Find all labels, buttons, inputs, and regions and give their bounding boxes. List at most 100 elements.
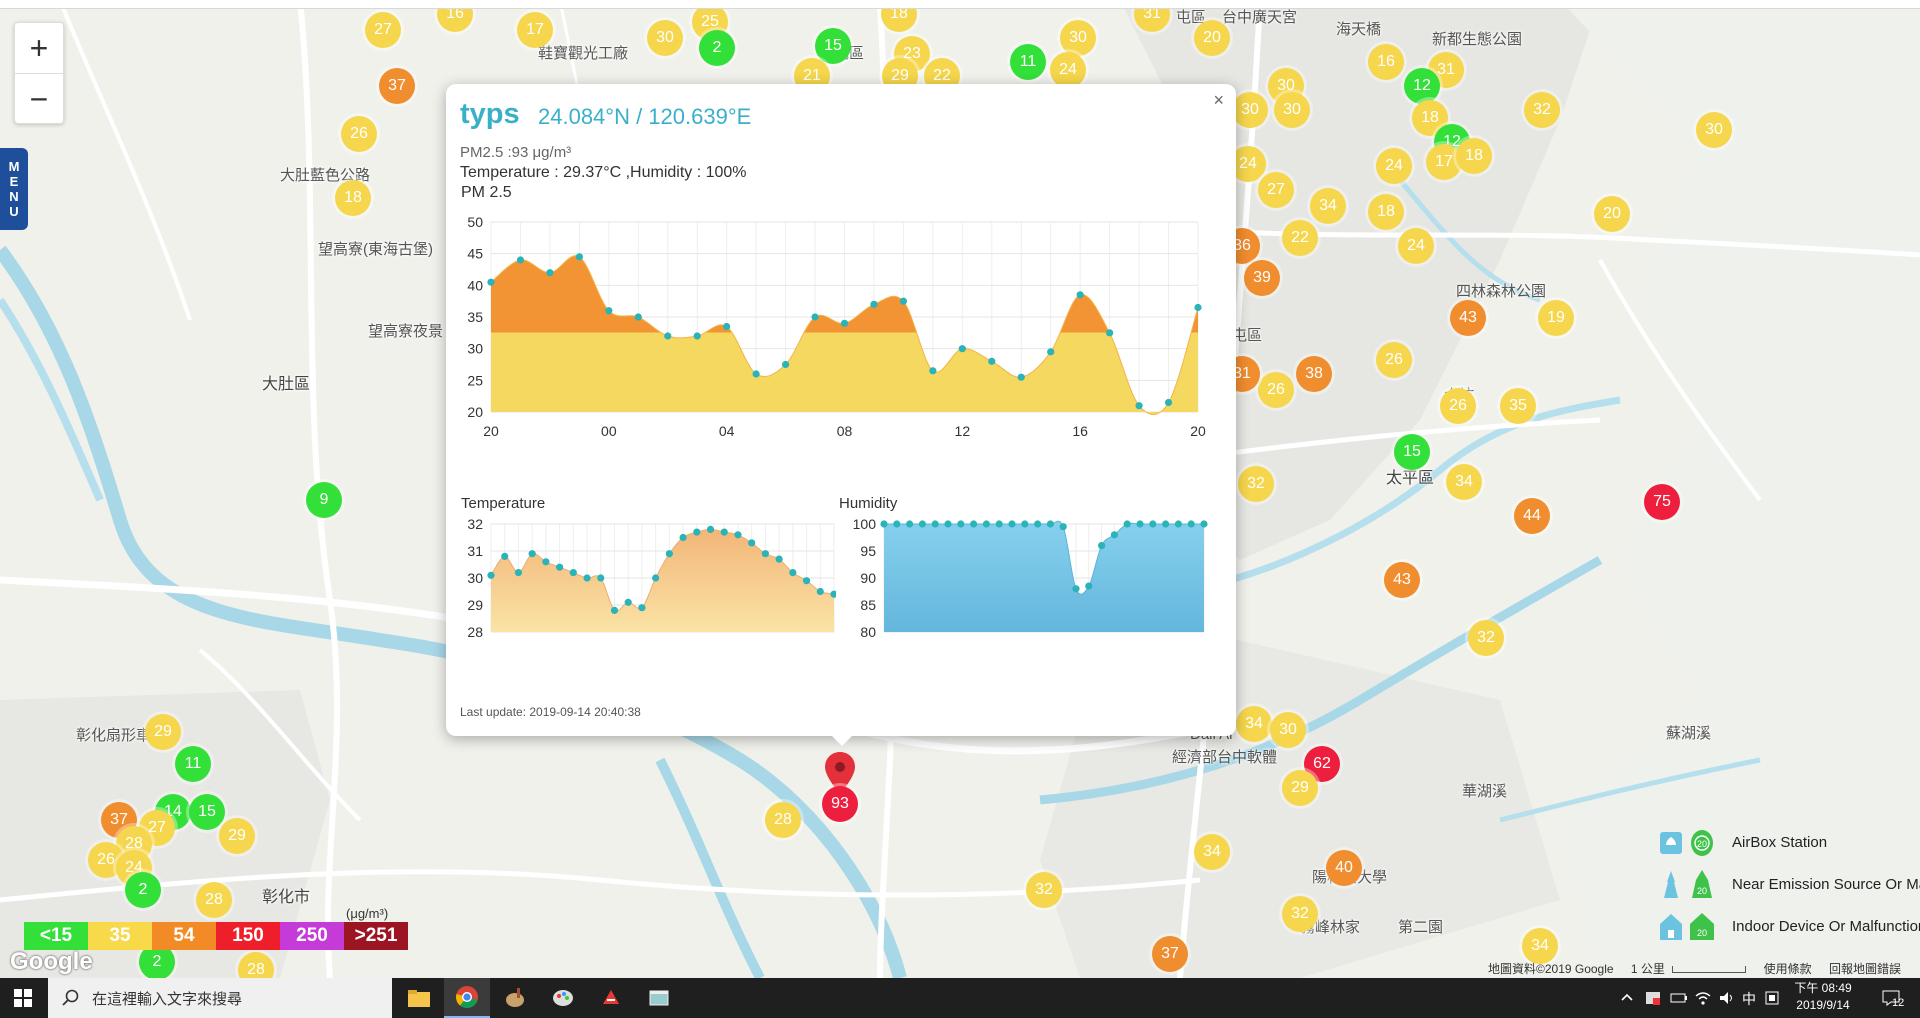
station-marker[interactable]: 30 <box>1232 92 1268 128</box>
map-scale[interactable]: 1 公里 <box>1631 962 1665 976</box>
taskbar-search-box[interactable]: 在這裡輸入文字來搜尋 <box>48 978 392 1018</box>
station-marker[interactable]: 2 <box>125 872 161 908</box>
station-marker[interactable]: 26 <box>1376 342 1412 378</box>
app-3[interactable] <box>492 978 538 1018</box>
temperature-chart-title: Temperature <box>461 495 546 512</box>
map-place-label: 望高寮(東海古堡) <box>318 241 433 258</box>
input-method-icon[interactable] <box>1764 990 1780 1006</box>
station-marker[interactable]: 35 <box>1500 388 1536 424</box>
station-marker[interactable]: 30 <box>1696 112 1732 148</box>
station-marker[interactable]: 32 <box>1524 92 1560 128</box>
station-marker[interactable]: 75 <box>1644 484 1680 520</box>
zoom-out-button[interactable]: − <box>15 73 63 124</box>
y-tick-label: 31 <box>467 543 483 559</box>
station-marker[interactable]: 24 <box>1376 148 1412 184</box>
selected-station-marker[interactable]: 93 <box>822 786 858 822</box>
station-marker[interactable]: 18 <box>1456 138 1492 174</box>
station-marker[interactable]: 39 <box>1244 260 1280 296</box>
station-marker[interactable]: 34 <box>1194 834 1230 870</box>
station-marker[interactable]: 15 <box>1394 434 1430 470</box>
station-marker[interactable]: 20 <box>1194 20 1230 56</box>
network-icon[interactable] <box>1694 990 1712 1006</box>
menu-letter: E <box>9 174 19 189</box>
station-marker[interactable]: 12 <box>1404 68 1440 104</box>
volume-icon[interactable] <box>1718 990 1736 1006</box>
security-icon[interactable] <box>1644 989 1662 1007</box>
chrome-app[interactable] <box>444 978 490 1018</box>
station-marker[interactable]: 27 <box>1258 172 1294 208</box>
palette-icon <box>553 990 573 1006</box>
terms-link[interactable]: 使用條款 <box>1764 962 1812 976</box>
station-marker[interactable]: 32 <box>1238 466 1274 502</box>
station-marker[interactable]: 24 <box>1398 228 1434 264</box>
station-marker[interactable]: 44 <box>1514 498 1550 534</box>
y-tick-label: 28 <box>467 624 483 640</box>
station-marker[interactable]: 29 <box>1282 770 1318 806</box>
station-marker[interactable]: 43 <box>1384 562 1420 598</box>
taskbar-clock[interactable]: 下午 08:49 2019/9/14 <box>1788 980 1858 1014</box>
station-marker[interactable]: 15 <box>189 794 225 830</box>
station-marker[interactable]: 28 <box>196 882 232 918</box>
station-marker[interactable]: 37 <box>379 68 415 104</box>
station-marker[interactable]: 34 <box>1310 188 1346 224</box>
station-marker[interactable]: 29 <box>145 714 181 750</box>
station-marker[interactable]: 11 <box>1010 44 1046 80</box>
station-marker[interactable]: 18 <box>335 180 371 216</box>
station-marker[interactable]: 29 <box>219 818 255 854</box>
y-tick-label: 95 <box>860 543 876 559</box>
station-marker[interactable]: 32 <box>1468 620 1504 656</box>
station-marker[interactable]: 28 <box>765 802 801 838</box>
station-marker[interactable]: 26 <box>341 116 377 152</box>
station-marker[interactable]: 19 <box>1538 300 1574 336</box>
station-marker[interactable]: 2 <box>699 30 735 66</box>
station-marker[interactable]: 30 <box>1274 92 1310 128</box>
station-marker[interactable]: 26 <box>1440 388 1476 424</box>
station-marker[interactable]: 34 <box>1236 706 1272 742</box>
app-6[interactable] <box>636 978 682 1018</box>
station-marker[interactable]: 32 <box>1282 896 1318 932</box>
map-place-label: 彰化扇形車 <box>76 727 152 744</box>
windows-start-icon[interactable] <box>14 989 32 1007</box>
file-explorer-app[interactable] <box>396 978 442 1018</box>
station-marker[interactable]: 43 <box>1450 300 1486 336</box>
data-point <box>720 528 728 536</box>
station-marker[interactable]: 24 <box>1050 52 1086 88</box>
station-marker[interactable]: 18 <box>1368 194 1404 230</box>
station-marker[interactable]: 38 <box>1296 356 1332 392</box>
station-marker[interactable]: 40 <box>1326 850 1362 886</box>
chevron-up-icon[interactable] <box>1620 990 1634 1004</box>
station-marker[interactable]: 30 <box>1060 20 1096 56</box>
battery-icon[interactable] <box>1670 990 1688 1006</box>
app-5[interactable] <box>588 978 634 1018</box>
sketchup-icon <box>603 990 619 1004</box>
zoom-in-button[interactable]: + <box>15 23 63 73</box>
map-place-label: 蘇湖溪 <box>1666 725 1712 742</box>
data-point <box>1021 520 1029 528</box>
app-4[interactable] <box>540 978 586 1018</box>
taskbar: 在這裡輸入文字來搜尋 中 <box>0 978 1920 1018</box>
data-point <box>605 307 613 315</box>
station-marker[interactable]: 37 <box>1152 936 1188 972</box>
station-marker[interactable]: 34 <box>1522 928 1558 964</box>
station-marker[interactable]: 34 <box>1446 464 1482 500</box>
station-marker[interactable]: 16 <box>1368 44 1404 80</box>
station-marker[interactable]: 30 <box>1270 712 1306 748</box>
station-marker[interactable]: 27 <box>365 12 401 48</box>
data-point <box>706 525 715 533</box>
station-marker[interactable]: 11 <box>175 746 211 782</box>
station-marker[interactable]: 9 <box>306 482 342 518</box>
close-icon[interactable]: × <box>1213 90 1224 111</box>
station-marker[interactable]: 20 <box>1594 196 1630 232</box>
report-error-link[interactable]: 回報地圖錯誤 <box>1829 962 1901 976</box>
data-point <box>556 563 564 571</box>
station-marker[interactable]: 26 <box>1258 372 1294 408</box>
map-place-label: 屯區 <box>1232 327 1263 344</box>
station-marker[interactable]: 17 <box>517 12 553 48</box>
menu-tab[interactable]: M E N U <box>0 148 28 230</box>
station-marker[interactable]: 30 <box>647 20 683 56</box>
station-marker[interactable]: 32 <box>1026 872 1062 908</box>
station-marker[interactable]: 22 <box>1282 220 1318 256</box>
google-logo[interactable]: Google <box>10 948 93 976</box>
station-marker[interactable]: 15 <box>815 28 851 64</box>
ime-indicator[interactable]: 中 <box>1742 989 1756 1009</box>
